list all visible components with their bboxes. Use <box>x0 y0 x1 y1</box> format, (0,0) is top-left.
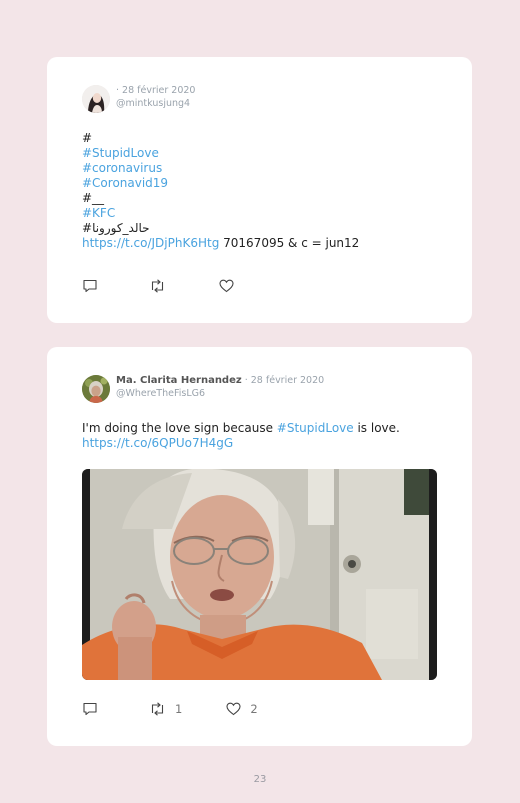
tweet-header: · 28 février 2020 @mintkusjung4 <box>82 85 195 113</box>
retweet-icon <box>149 702 166 716</box>
retweet-button[interactable] <box>149 279 175 293</box>
retweet-count: 1 <box>175 702 183 716</box>
tweet-meta: Ma. Clarita Hernandez · 28 février 2020 … <box>116 375 324 400</box>
tweet-text-line: #StupidLove <box>82 146 359 161</box>
avatar[interactable] <box>82 375 110 403</box>
retweet-icon <box>149 279 166 293</box>
reply-icon <box>82 702 98 716</box>
tweet-actions: 1 2 <box>82 702 258 716</box>
tweet-card-1: · 28 février 2020 @mintkusjung4 # #Stupid… <box>47 57 472 323</box>
display-name[interactable]: Ma. Clarita Hernandez <box>116 375 242 386</box>
avatar[interactable] <box>82 85 110 113</box>
tweet-text: I'm doing the love sign because #StupidL… <box>82 421 400 451</box>
hashtag-link[interactable]: #coronavirus <box>82 161 162 175</box>
tweet-text-segment: 70167095 & c = jun12 <box>219 236 360 250</box>
user-handle[interactable]: @mintkusjung4 <box>116 98 195 110</box>
like-icon <box>226 702 241 716</box>
tweet-date[interactable]: 28 février 2020 <box>122 85 195 96</box>
reply-button[interactable] <box>82 702 98 716</box>
retweet-button[interactable]: 1 <box>149 702 182 716</box>
tweet-link[interactable]: https://t.co/6QPUo7H4gG <box>82 436 233 450</box>
tweet-text-line: # <box>82 131 359 146</box>
tweet-date[interactable]: 28 février 2020 <box>251 375 324 386</box>
like-count: 2 <box>250 702 258 716</box>
page-number: 23 <box>253 774 267 785</box>
tweet-text-line: #KFC <box>82 206 359 221</box>
tweet-header: Ma. Clarita Hernandez · 28 février 2020 … <box>82 375 324 403</box>
tweet-text-line: #coronavirus <box>82 161 359 176</box>
tweet-text-line: I'm doing the love sign because #StupidL… <box>82 421 400 436</box>
tweet-actions <box>82 279 243 293</box>
tweet-text: # #StupidLove #coronavirus #Coronavid19 #__ #… <box>82 131 359 251</box>
hashtag-link[interactable]: #StupidLove <box>277 421 354 435</box>
reply-button[interactable] <box>82 279 98 293</box>
tweet-text-segment: #__ <box>82 191 105 205</box>
media-image <box>82 469 437 680</box>
tweet-text-line: #Coronavid19 <box>82 176 359 191</box>
tweet-text-line: https://t.co/6QPUo7H4gG <box>82 436 400 451</box>
hashtag-link[interactable]: #KFC <box>82 206 115 220</box>
tweet-text-line: https://t.co/JDjPhK6Htg 70167095 & c = j… <box>82 236 359 251</box>
tweet-link[interactable]: https://t.co/JDjPhK6Htg <box>82 236 219 250</box>
tweet-text-segment: I'm doing the love sign because <box>82 421 277 435</box>
like-icon <box>219 279 234 293</box>
tweet-text-segment: #حالد_كورونا <box>82 221 150 235</box>
tweet-text-line: #حالد_كورونا <box>82 221 359 236</box>
tweet-meta: · 28 février 2020 @mintkusjung4 <box>116 85 195 110</box>
tweet-text-segment: # <box>82 131 93 145</box>
hashtag-link[interactable]: #Coronavid19 <box>82 176 168 190</box>
tweet-text-line: #__ <box>82 191 359 206</box>
date-separator: · <box>241 375 251 386</box>
reply-icon <box>82 279 98 293</box>
user-handle[interactable]: @WhereTheFisLG6 <box>116 388 324 400</box>
tweet-text-segment: is love. <box>353 421 400 435</box>
like-button[interactable] <box>219 279 243 293</box>
tweet-media[interactable] <box>82 469 437 680</box>
hashtag-link[interactable]: #StupidLove <box>82 146 159 160</box>
like-button[interactable]: 2 <box>226 702 258 716</box>
tweet-card-2: Ma. Clarita Hernandez · 28 février 2020 … <box>47 347 472 746</box>
